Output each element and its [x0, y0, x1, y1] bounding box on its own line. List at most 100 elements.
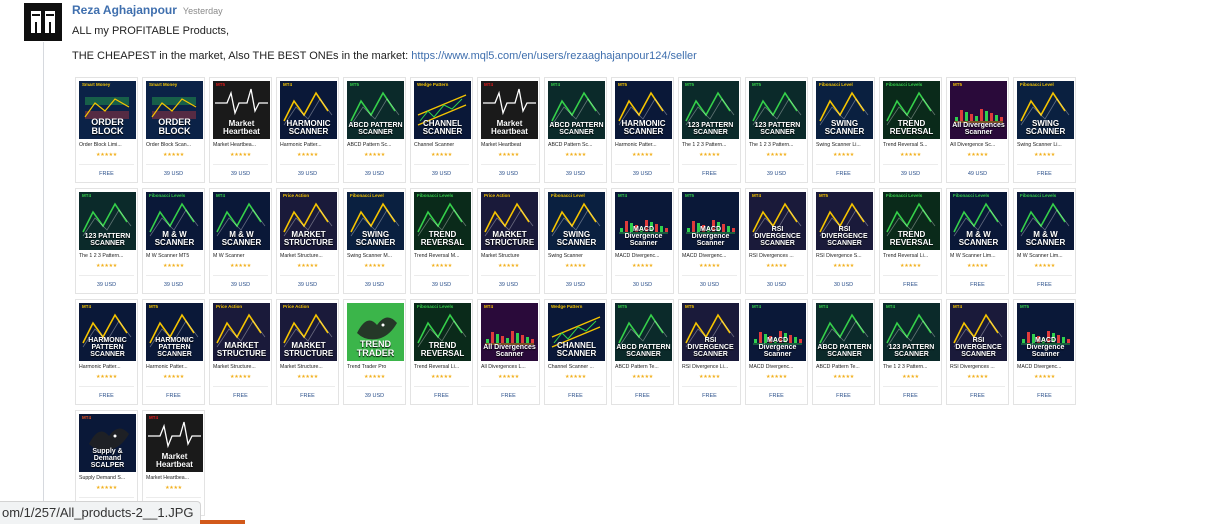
- product-thumbnail[interactable]: MT4 HARMONIC SCANNER: [280, 81, 337, 139]
- product-card[interactable]: Fibonacci Levels M & W SCANNER M W Scanner…: [946, 188, 1009, 294]
- product-name[interactable]: Swing Scanner: [548, 253, 606, 259]
- product-thumbnail[interactable]: MT4 RSI DIVERGENCE SCANNER: [749, 192, 806, 250]
- product-name[interactable]: Trend Reversal S...: [883, 142, 941, 148]
- product-card[interactable]: MT4 ABCD PATTERN SCANNER ABCD Pattern Te..…: [812, 299, 875, 405]
- product-thumbnail[interactable]: MT5 RSI DIVERGENCE SCANNER: [816, 192, 873, 250]
- product-thumbnail[interactable]: MT4 M & W SCANNER: [213, 192, 270, 250]
- product-card[interactable]: MT5 ABCD PATTERN SCANNER ABCD Pattern Te..…: [611, 299, 674, 405]
- product-name[interactable]: The 1 2 3 Pattern...: [79, 253, 137, 259]
- product-card[interactable]: MT4 Market Heartbeat Market Heartbeat ★★★★★…: [477, 77, 540, 183]
- product-thumbnail[interactable]: Fibonacci Levels M & W SCANNER: [1017, 192, 1074, 250]
- product-name[interactable]: MACD Divergenc...: [1017, 364, 1075, 370]
- product-name[interactable]: M W Scanner MT5: [146, 253, 204, 259]
- product-card[interactable]: MT5 Market Heartbeat Market Heartbea... ★★★…: [209, 77, 272, 183]
- product-card[interactable]: Price Action MARKET STRUCTURE Market Struc…: [477, 188, 540, 294]
- product-card[interactable]: Fibonacci Levels TREND REVERSAL Trend Reve…: [879, 77, 942, 183]
- product-thumbnail[interactable]: Fibonacci Levels M & W SCANNER: [950, 192, 1007, 250]
- product-thumbnail[interactable]: MT4 RSI DIVERGENCE SCANNER: [950, 303, 1007, 361]
- product-name[interactable]: M W Scanner: [213, 253, 271, 259]
- product-card[interactable]: MT4 M & W SCANNER M W Scanner ★★★★★ 39 USD: [209, 188, 272, 294]
- product-thumbnail[interactable]: Wedge Pattern CHANNEL SCANNER: [414, 81, 471, 139]
- product-card[interactable]: Fibonacci Level SWING SCANNER Swing Scanne…: [544, 188, 607, 294]
- product-name[interactable]: Market Heartbeat: [481, 142, 539, 148]
- product-thumbnail[interactable]: MT4 HARMONIC PATTERN SCANNER: [79, 303, 136, 361]
- product-name[interactable]: Order Block Limi...: [79, 142, 137, 148]
- product-thumbnail[interactable]: MT5 MACD Divergence Scanner: [682, 192, 739, 250]
- product-thumbnail[interactable]: MT5 HARMONIC PATTERN SCANNER: [146, 303, 203, 361]
- product-name[interactable]: M W Scanner Lim...: [1017, 253, 1075, 259]
- product-name[interactable]: Harmonic Patter...: [615, 142, 673, 148]
- product-name[interactable]: RSI Divergence S...: [816, 253, 874, 259]
- product-name[interactable]: Supply Demand S...: [79, 475, 137, 481]
- product-thumbnail[interactable]: Fibonacci Levels M & W SCANNER: [146, 192, 203, 250]
- product-card[interactable]: MT5 MACD Divergence Scanner MACD Divergenc…: [1013, 299, 1076, 405]
- product-thumbnail[interactable]: MT5 123 PATTERN SCANNER: [749, 81, 806, 139]
- product-thumbnail[interactable]: Fibonacci Level SWING SCANNER: [816, 81, 873, 139]
- product-name[interactable]: MACD Divergenc...: [615, 253, 673, 259]
- product-card[interactable]: Fibonacci Level SWING SCANNER Swing Scanne…: [1013, 77, 1076, 183]
- product-card[interactable]: MT5 MACD Divergence Scanner MACD Divergenc…: [678, 188, 741, 294]
- product-name[interactable]: Swing Scanner Li...: [816, 142, 874, 148]
- product-card[interactable]: TREND TRADER Trend Trader Pro ★★★★★ 39 USD: [343, 299, 406, 405]
- product-name[interactable]: Harmonic Patter...: [146, 364, 204, 370]
- product-card[interactable]: Price Action MARKET STRUCTURE Market Struc…: [276, 188, 339, 294]
- product-thumbnail[interactable]: MT5 Market Heartbeat: [213, 81, 270, 139]
- product-card[interactable]: MT4 ABCD PATTERN SCANNER ABCD Pattern Sc..…: [544, 77, 607, 183]
- product-name[interactable]: Trend Reversal Li...: [414, 364, 472, 370]
- product-name[interactable]: Market Heartbea...: [213, 142, 271, 148]
- product-card[interactable]: Wedge Pattern CHANNEL SCANNER Channel Scan…: [410, 77, 473, 183]
- product-card[interactable]: Smart Money ORDER BLOCK Order Block Limi..…: [75, 77, 138, 183]
- product-thumbnail[interactable]: MT4 ABCD PATTERN SCANNER: [548, 81, 605, 139]
- product-name[interactable]: Market Structure...: [213, 364, 271, 370]
- product-card[interactable]: MT5 123 PATTERN SCANNER The 1 2 3 Pattern.…: [745, 77, 808, 183]
- product-card[interactable]: Wedge Pattern CHANNEL SCANNER Channel Scan…: [544, 299, 607, 405]
- product-name[interactable]: M W Scanner Lim...: [950, 253, 1008, 259]
- author-name[interactable]: Reza Aghajanpour: [72, 3, 177, 17]
- product-thumbnail[interactable]: Fibonacci Level SWING SCANNER: [1017, 81, 1074, 139]
- product-card[interactable]: MT5 RSI DIVERGENCE SCANNER RSI Divergence …: [678, 299, 741, 405]
- product-thumbnail[interactable]: MT5 All Divergences Scanner: [950, 81, 1007, 139]
- product-name[interactable]: ABCD Pattern Sc...: [548, 142, 606, 148]
- product-name[interactable]: Trend Reversal Li...: [883, 253, 941, 259]
- product-card[interactable]: MT4 123 PATTERN SCANNER The 1 2 3 Pattern.…: [75, 188, 138, 294]
- product-name[interactable]: All Divergences L...: [481, 364, 539, 370]
- product-name[interactable]: ABCD Pattern Sc...: [347, 142, 405, 148]
- product-thumbnail[interactable]: MT4 MACD Divergence Scanner: [749, 303, 806, 361]
- product-name[interactable]: The 1 2 3 Pattern...: [749, 142, 807, 148]
- product-thumbnail[interactable]: MT4 All Divergences Scanner: [481, 303, 538, 361]
- product-card[interactable]: Fibonacci Levels TREND REVERSAL Trend Reve…: [879, 188, 942, 294]
- product-card[interactable]: MT5 All Divergences Scanner All Divergence…: [946, 77, 1009, 183]
- product-thumbnail[interactable]: Fibonacci Levels TREND REVERSAL: [414, 303, 471, 361]
- product-thumbnail[interactable]: MT5 ABCD PATTERN SCANNER: [615, 303, 672, 361]
- product-thumbnail[interactable]: MT5 MACD Divergence Scanner: [1017, 303, 1074, 361]
- product-name[interactable]: Market Structure...: [280, 364, 338, 370]
- avatar[interactable]: [24, 3, 62, 41]
- product-thumbnail[interactable]: MT4 Market Heartbeat: [146, 414, 203, 472]
- product-name[interactable]: ABCD Pattern Te...: [615, 364, 673, 370]
- product-card[interactable]: Fibonacci Levels TREND REVERSAL Trend Reve…: [410, 188, 473, 294]
- product-name[interactable]: Harmonic Patter...: [280, 142, 338, 148]
- product-card[interactable]: MT5 123 PATTERN SCANNER The 1 2 3 Pattern.…: [678, 77, 741, 183]
- product-card[interactable]: Fibonacci Levels TREND REVERSAL Trend Reve…: [410, 299, 473, 405]
- product-name[interactable]: The 1 2 3 Pattern...: [883, 364, 941, 370]
- seller-link[interactable]: https://www.mql5.com/en/users/rezaaghaja…: [411, 50, 697, 62]
- product-name[interactable]: Trend Reversal M...: [414, 253, 472, 259]
- product-card[interactable]: MT4 All Divergences Scanner All Divergence…: [477, 299, 540, 405]
- product-card[interactable]: Fibonacci Levels M & W SCANNER M W Scanner…: [1013, 188, 1076, 294]
- product-card[interactable]: Fibonacci Levels M & W SCANNER M W Scanner…: [142, 188, 205, 294]
- product-name[interactable]: Channel Scanner ...: [548, 364, 606, 370]
- product-card[interactable]: MT4 HARMONIC PATTERN SCANNER Harmonic Patt…: [75, 299, 138, 405]
- product-thumbnail[interactable]: MT4 123 PATTERN SCANNER: [79, 192, 136, 250]
- product-card[interactable]: MT5 ABCD PATTERN SCANNER ABCD Pattern Sc..…: [343, 77, 406, 183]
- product-card[interactable]: MT5 HARMONIC PATTERN SCANNER Harmonic Patt…: [142, 299, 205, 405]
- product-name[interactable]: RSI Divergence Li...: [682, 364, 740, 370]
- product-name[interactable]: Harmonic Patter...: [79, 364, 137, 370]
- product-thumbnail[interactable]: MT4 ABCD PATTERN SCANNER: [816, 303, 873, 361]
- product-card[interactable]: MT5 RSI DIVERGENCE SCANNER RSI Divergence …: [812, 188, 875, 294]
- product-name[interactable]: Market Structure: [481, 253, 539, 259]
- product-name[interactable]: Market Structure...: [280, 253, 338, 259]
- product-card[interactable]: MT4 MACD Divergence Scanner MACD Divergenc…: [745, 299, 808, 405]
- product-thumbnail[interactable]: MT5 123 PATTERN SCANNER: [682, 81, 739, 139]
- product-name[interactable]: MACD Divergenc...: [749, 364, 807, 370]
- product-card[interactable]: Smart Money ORDER BLOCK Order Block Scan..…: [142, 77, 205, 183]
